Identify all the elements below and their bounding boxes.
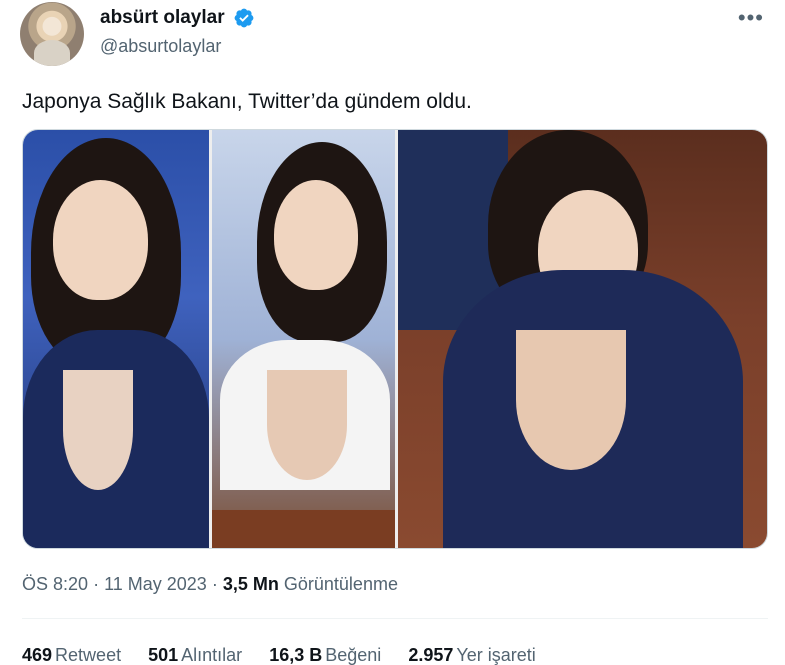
divider: [22, 618, 768, 619]
tweet-date[interactable]: 11 May 2023: [104, 574, 207, 594]
media-photo-3[interactable]: [398, 130, 767, 548]
user-block: absürt olaylar @absurtolaylar: [100, 6, 255, 58]
stat-label: Retweet: [55, 645, 122, 665]
stat-retweets[interactable]: 469 Retweet: [22, 644, 121, 665]
display-name[interactable]: absürt olaylar: [100, 6, 225, 30]
stat-count: 501: [148, 645, 179, 665]
meta-separator: ·: [211, 574, 218, 594]
stat-label: Yer işareti: [456, 645, 536, 665]
media-photo-2[interactable]: [212, 130, 395, 548]
stat-count: 16,3 B: [269, 645, 323, 665]
verified-badge-icon: [234, 8, 254, 28]
tweet-text: Japonya Sağlık Bakanı, Twitter’da gündem…: [22, 90, 472, 113]
tweet-meta: ÖS 8:20 · 11 May 2023 · 3,5 Mn Görüntüle…: [22, 573, 398, 595]
stat-count: 2.957: [408, 645, 454, 665]
media-photo-1[interactable]: [23, 130, 209, 548]
media-grid: [22, 129, 768, 549]
tweet-time[interactable]: ÖS 8:20: [22, 574, 88, 594]
views-label: Görüntülenme: [283, 574, 398, 594]
meta-separator: ·: [93, 574, 100, 594]
engagement-stats: 469 Retweet 501 Alıntılar 16,3 B Beğeni 2.9…: [22, 644, 558, 665]
stat-bookmarks[interactable]: 2.957 Yer işareti: [408, 644, 535, 665]
stat-label: Alıntılar: [181, 645, 243, 665]
tweet-header: absürt olaylar @absurtolaylar •••: [20, 2, 770, 66]
avatar[interactable]: [20, 2, 84, 66]
views-count: 3,5 Mn: [222, 574, 279, 594]
stat-label: Beğeni: [325, 645, 382, 665]
stat-count: 469: [22, 645, 53, 665]
stat-likes[interactable]: 16,3 B Beğeni: [269, 644, 381, 665]
handle[interactable]: @absurtolaylar: [100, 34, 255, 58]
stat-quotes[interactable]: 501 Alıntılar: [148, 644, 242, 665]
more-horizontal-icon[interactable]: •••: [738, 7, 764, 29]
